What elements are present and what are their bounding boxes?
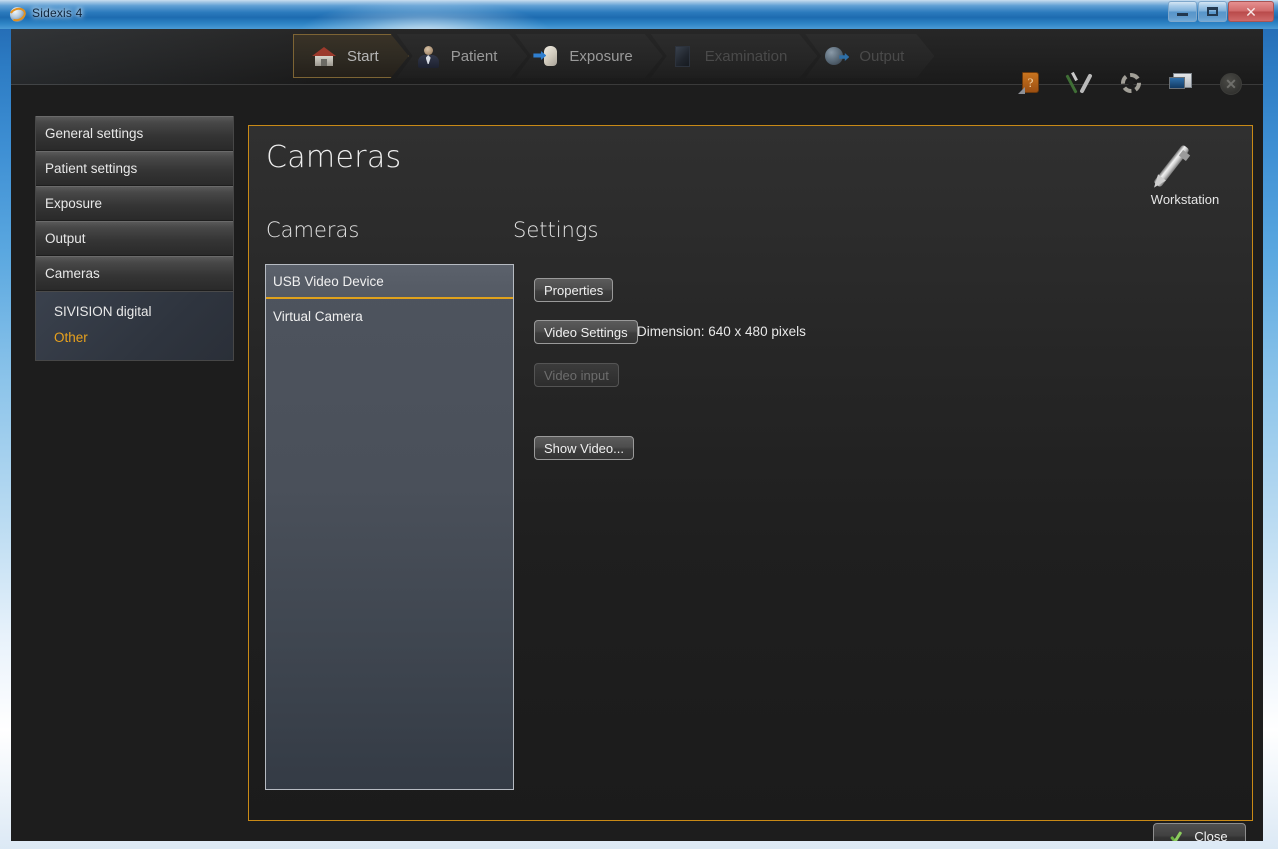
sidebar-item-general-settings-label: General settings [45, 126, 144, 141]
sidexis-globe-icon [7, 5, 28, 24]
video-settings-button[interactable]: Video Settings [534, 320, 638, 344]
sidebar-subitem-other[interactable]: Other [36, 324, 233, 350]
list-item-virtual-camera-label: Virtual Camera [273, 308, 363, 324]
video-input-button: Video input [534, 363, 619, 387]
show-video-button-label: Show Video... [544, 440, 624, 456]
nav-step-patient-label: Patient [450, 47, 498, 65]
list-item-virtual-camera[interactable]: Virtual Camera [266, 299, 513, 333]
close-button-label: Close [1194, 829, 1228, 841]
stylus-pen-icon [1129, 136, 1241, 194]
sidebar-item-general-settings[interactable]: General settings [36, 116, 233, 151]
display-monitor-icon[interactable] [1167, 70, 1195, 98]
close-button[interactable]: Close [1153, 823, 1246, 841]
window-frame: Sidexis 4 ✕ Start Patient Exposure Exami… [0, 0, 1278, 849]
nav-step-examination-label: Examination [704, 47, 788, 65]
gear-settings-icon[interactable] [1117, 70, 1145, 98]
sidebar-item-output[interactable]: Output [36, 221, 233, 256]
nav-step-examination[interactable]: Examination [651, 34, 818, 78]
sidebar-subitem-sivision-digital[interactable]: SIVISION digital [36, 298, 233, 324]
show-video-button[interactable]: Show Video... [534, 436, 634, 460]
window-controls: ✕ [1167, 1, 1274, 22]
sidebar-subitem-sivision-digital-label: SIVISION digital [54, 303, 152, 319]
properties-button[interactable]: Properties [534, 278, 614, 302]
globe-arrow-icon [823, 43, 849, 69]
nav-step-start[interactable]: Start [293, 34, 409, 78]
top-toolbar: ? ✕ [1017, 70, 1245, 98]
dimension-text: Dimension: 640 x 480 pixels [637, 324, 806, 339]
cameras-section-title: Cameras [266, 218, 360, 242]
nav-step-exposure[interactable]: Exposure [515, 34, 662, 78]
sidebar-item-exposure-label: Exposure [45, 196, 103, 211]
minimize-button[interactable] [1168, 1, 1197, 22]
workstation-label: Workstation [1150, 192, 1220, 207]
nav-step-patient[interactable]: Patient [397, 34, 528, 78]
film-plate-icon [669, 43, 695, 69]
settings-sidebar: General settings Patient settings Exposu… [35, 116, 234, 361]
close-window-button[interactable]: ✕ [1228, 1, 1274, 22]
person-icon [415, 43, 441, 69]
sidebar-item-patient-settings-label: Patient settings [45, 161, 138, 176]
application-body: Start Patient Exposure Examination Outpu… [11, 29, 1263, 841]
nav-step-start-label: Start [347, 47, 379, 65]
sidebar-item-exposure[interactable]: Exposure [36, 186, 233, 221]
house-icon [311, 43, 337, 69]
title-bar: Sidexis 4 ✕ [0, 0, 1278, 29]
camera-list[interactable]: USB Video Device Virtual Camera [265, 264, 514, 790]
sidebar-subitems: SIVISION digital Other [36, 291, 233, 360]
main-content-panel: Cameras Workstation Cameras Settings USB… [248, 125, 1253, 821]
nav-step-output[interactable]: Output [805, 34, 934, 78]
footer-bar [11, 821, 1263, 841]
nav-step-output-label: Output [859, 47, 905, 65]
nav-step-exposure-label: Exposure [569, 47, 633, 65]
video-settings-button-label: Video Settings [544, 324, 628, 340]
help-book-icon[interactable]: ? [1017, 70, 1045, 98]
page-title: Cameras [266, 140, 402, 175]
list-item-usb-video-device-label: USB Video Device [273, 273, 384, 289]
green-check-icon [1170, 830, 1187, 841]
close-icon: ✕ [1245, 3, 1257, 20]
workstation-indicator: Workstation [1129, 136, 1241, 207]
properties-button-label: Properties [544, 282, 604, 298]
sidebar-item-output-label: Output [45, 231, 86, 246]
tooth-arrow-icon [533, 43, 559, 69]
cancel-circle-glyph: ✕ [1225, 75, 1237, 92]
sidebar-item-cameras-label: Cameras [45, 266, 100, 281]
topnav-glow [11, 29, 311, 85]
sidebar-subitem-other-label: Other [54, 329, 88, 345]
video-input-button-label: Video input [544, 367, 609, 383]
top-navigation-bar: Start Patient Exposure Examination Outpu… [11, 29, 1263, 95]
cancel-circle-icon: ✕ [1217, 70, 1245, 98]
titlebar-gloss [300, 0, 550, 29]
settings-section-title: Settings [513, 218, 599, 242]
list-item-usb-video-device[interactable]: USB Video Device [266, 265, 513, 299]
workflow-breadcrumb: Start Patient Exposure Examination Outpu… [293, 31, 934, 81]
sidebar-item-cameras[interactable]: Cameras [36, 256, 233, 291]
window-title: Sidexis 4 [32, 6, 83, 20]
restore-button[interactable] [1198, 1, 1227, 22]
service-tools-icon[interactable] [1065, 70, 1095, 98]
sidebar-item-patient-settings[interactable]: Patient settings [36, 151, 233, 186]
